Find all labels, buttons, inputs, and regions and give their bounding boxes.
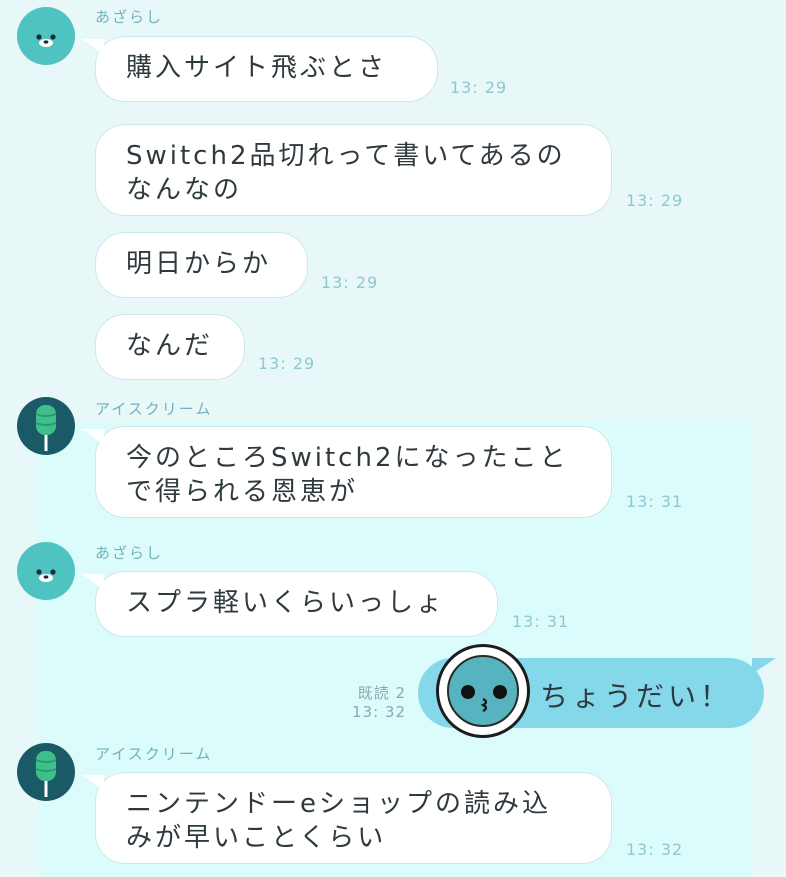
message-bubble[interactable]: ニンテンドーeショップの読み込 みが早いことくらい	[82, 772, 612, 864]
message-text: スプラ軽いくらいっしょ	[126, 588, 446, 618]
message-time: 13: 29	[258, 354, 316, 373]
read-count: 既読 2	[357, 684, 406, 702]
message-bubble[interactable]: なんだ	[95, 314, 245, 380]
message-bubble[interactable]: 今のところSwitch2になったこと で得られる恩恵が	[82, 426, 612, 518]
message-text-line2: なんなの	[126, 175, 243, 205]
message-text-line2: で得られる恩恵が	[126, 477, 359, 507]
message-time: 13: 29	[450, 78, 508, 97]
message-time: 13: 32	[352, 703, 406, 721]
kiss-face-sticker-icon[interactable]	[436, 644, 530, 738]
message-text-line2: みが早いことくらい	[126, 823, 387, 853]
sender-name: あざらし	[95, 8, 164, 26]
ice-cream-avatar-icon[interactable]	[17, 397, 75, 455]
message-text-line1: ニンテンドーeショップの読み込	[126, 789, 551, 819]
message-time: 13: 29	[321, 273, 379, 292]
my-message-text: ちょうだい！	[540, 680, 733, 713]
message-bubble[interactable]: スプラ軽いくらいっしょ	[82, 571, 498, 637]
message-text: 明日からか	[126, 249, 272, 279]
message-time: 13: 29	[626, 191, 684, 210]
sender-name: アイスクリーム	[95, 745, 213, 763]
message-bubble[interactable]: 明日からか	[95, 232, 308, 298]
message-time: 13: 32	[626, 840, 684, 859]
message-time: 13: 31	[626, 492, 684, 511]
seal-avatar-icon[interactable]	[17, 542, 75, 600]
message-bubble[interactable]: 購入サイト飛ぶとさ	[82, 36, 438, 102]
message-time: 13: 31	[512, 612, 570, 631]
seal-avatar-icon[interactable]	[17, 7, 75, 65]
message-text: 購入サイト飛ぶとさ	[126, 53, 388, 83]
message-text-line1: Switch2品切れって書いてあるの	[126, 141, 566, 171]
ice-cream-avatar-icon[interactable]	[17, 743, 75, 801]
message-text: なんだ	[126, 331, 214, 361]
message-text-line1: 今のところSwitch2になったこと	[126, 443, 569, 473]
sender-name: あざらし	[95, 544, 164, 562]
read-receipt: 既読 2 13: 32	[330, 684, 406, 722]
message-bubble[interactable]: Switch2品切れって書いてあるの なんなの	[95, 124, 612, 216]
sender-name: アイスクリーム	[95, 400, 213, 418]
